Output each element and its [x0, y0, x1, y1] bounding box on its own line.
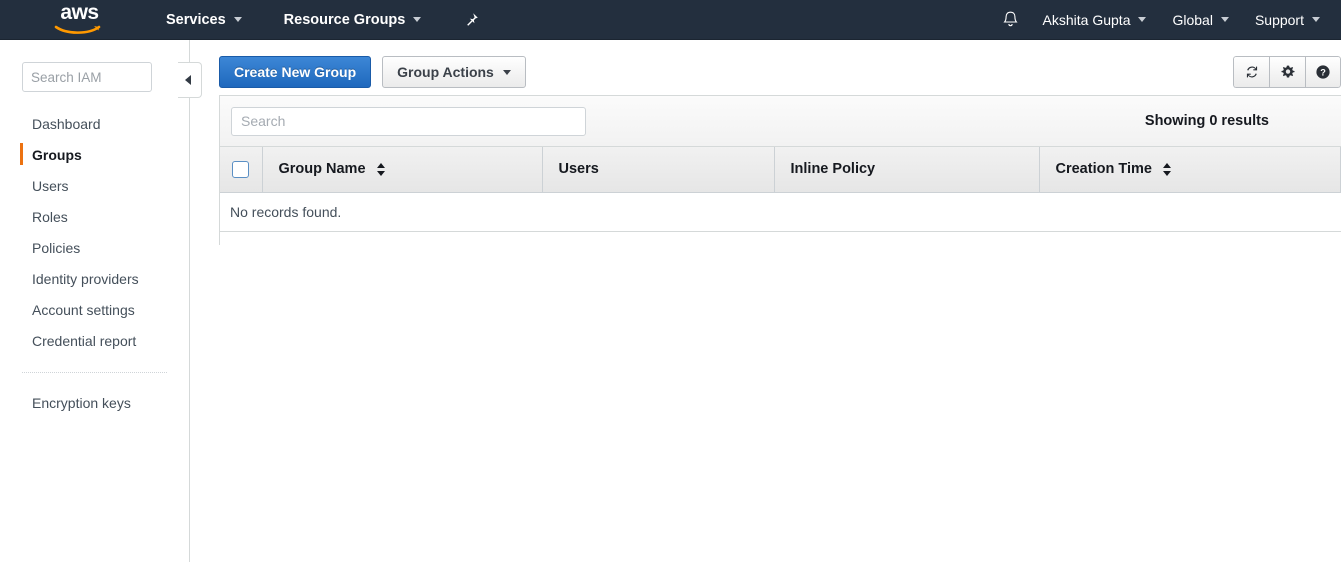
sidebar-nav-list: Dashboard Groups Users Roles Policies Id… — [0, 108, 189, 356]
search-input[interactable] — [231, 106, 586, 136]
bell-icon-glyph — [1003, 11, 1018, 26]
sidebar-item-account-settings[interactable]: Account settings — [0, 294, 189, 325]
refresh-icon-glyph — [1246, 66, 1257, 78]
select-all-header — [220, 147, 263, 193]
help-icon-glyph: ? — [1316, 65, 1330, 79]
nav-support-label: Support — [1254, 11, 1304, 28]
sidebar-item-label: Credential report — [32, 332, 137, 349]
chevron-left-icon — [185, 75, 191, 85]
search-iam-input[interactable] — [22, 62, 152, 92]
sidebar-item-label: Account settings — [32, 301, 135, 318]
nav-region-menu[interactable]: Global — [1159, 0, 1241, 40]
sidebar-item-label: Policies — [32, 239, 81, 256]
column-label: Group Name — [278, 161, 366, 178]
sidebar-item-label: Encryption keys — [32, 394, 131, 411]
sidebar-item-label: Dashboard — [32, 115, 101, 132]
notification-bell-icon[interactable] — [992, 0, 1030, 40]
sidebar-item-roles[interactable]: Roles — [0, 201, 189, 232]
nav-resource-groups-label: Resource Groups — [283, 11, 406, 28]
column-label: Users — [558, 161, 599, 178]
group-actions-label: Group Actions — [397, 64, 494, 80]
sidebar-item-dashboard[interactable]: Dashboard — [0, 108, 189, 139]
column-label: Inline Policy — [790, 161, 876, 178]
sort-icon — [376, 162, 386, 176]
sidebar-collapse-button[interactable] — [178, 62, 202, 98]
sidebar-item-policies[interactable]: Policies — [0, 232, 189, 263]
table-header-row: Group Name Users Inline Policy Creation … — [220, 147, 1341, 193]
column-header-group-name[interactable]: Group Name — [262, 147, 543, 193]
refresh-icon[interactable] — [1233, 56, 1269, 88]
aws-smile-icon — [54, 25, 101, 34]
nav-support-menu[interactable]: Support — [1242, 0, 1333, 40]
group-actions-button[interactable]: Group Actions — [382, 56, 526, 88]
sidebar-divider — [22, 372, 167, 373]
nav-account-menu[interactable]: Akshita Gupta — [1030, 0, 1160, 40]
toolbar-icon-group: ? — [1233, 56, 1341, 88]
chevron-down-icon — [1138, 17, 1147, 22]
aws-logo-text: aws — [60, 0, 99, 24]
create-new-group-button[interactable]: Create New Group — [219, 56, 372, 88]
table-body: No records found. — [220, 192, 1341, 232]
sidebar-nav-list-secondary: Encryption keys — [0, 387, 189, 418]
groups-table: Group Name Users Inline Policy Creation … — [220, 147, 1341, 232]
table-header: Group Name Users Inline Policy Creation … — [220, 147, 1341, 193]
sidebar-item-label: Groups — [32, 146, 82, 163]
sidebar-item-label: Users — [32, 177, 69, 194]
chevron-down-icon — [1220, 17, 1229, 22]
iam-sidebar: Dashboard Groups Users Roles Policies Id… — [0, 40, 190, 562]
groups-toolbar: Create New Group Group Actions ? — [191, 40, 1341, 95]
select-all-checkbox[interactable] — [232, 160, 250, 178]
chevron-down-icon — [502, 69, 511, 75]
svg-text:?: ? — [1320, 68, 1326, 78]
nav-region-label: Global — [1172, 11, 1213, 28]
nav-account-label: Akshita Gupta — [1042, 11, 1131, 28]
column-header-users[interactable]: Users — [542, 147, 775, 193]
chevron-down-icon — [413, 17, 422, 22]
top-navigation-bar: aws Services Resource Groups Akshita Gup… — [0, 0, 1341, 40]
results-count-label: Showing 0 results — [1144, 113, 1269, 129]
column-header-creation-time[interactable]: Creation Time — [1039, 147, 1341, 193]
nav-right-group: Akshita Gupta Global Support — [992, 0, 1341, 40]
sort-icon — [1162, 162, 1172, 176]
column-header-inline-policy[interactable]: Inline Policy — [774, 147, 1040, 193]
chevron-down-icon — [1312, 17, 1320, 22]
chevron-down-icon — [233, 17, 242, 22]
groups-table-panel: Showing 0 results Group Name — [219, 95, 1341, 245]
sidebar-item-groups[interactable]: Groups — [0, 139, 189, 170]
nav-services-menu[interactable]: Services — [155, 0, 253, 40]
sidebar-item-users[interactable]: Users — [0, 170, 189, 201]
pin-icon[interactable] — [456, 0, 486, 40]
table-empty-row: No records found. — [220, 192, 1341, 232]
column-label: Creation Time — [1055, 161, 1152, 178]
gear-icon[interactable] — [1269, 56, 1305, 88]
gear-icon-glyph — [1281, 65, 1294, 78]
pin-icon-glyph — [467, 12, 479, 26]
table-search-bar: Showing 0 results — [220, 96, 1341, 147]
sidebar-item-encryption-keys[interactable]: Encryption keys — [0, 387, 189, 418]
sidebar-item-label: Roles — [32, 208, 68, 225]
sidebar-item-label: Identity providers — [32, 270, 139, 287]
sidebar-item-identity-providers[interactable]: Identity providers — [0, 263, 189, 294]
empty-message: No records found. — [220, 192, 1341, 232]
sidebar-item-credential-report[interactable]: Credential report — [0, 325, 189, 356]
nav-resource-groups-menu[interactable]: Resource Groups — [273, 0, 433, 40]
create-new-group-label: Create New Group — [234, 64, 357, 80]
main-content: Create New Group Group Actions ? Search … — [191, 40, 1341, 562]
aws-logo[interactable]: aws — [52, 0, 107, 37]
help-icon[interactable]: ? — [1305, 56, 1341, 88]
nav-services-label: Services — [166, 11, 226, 28]
